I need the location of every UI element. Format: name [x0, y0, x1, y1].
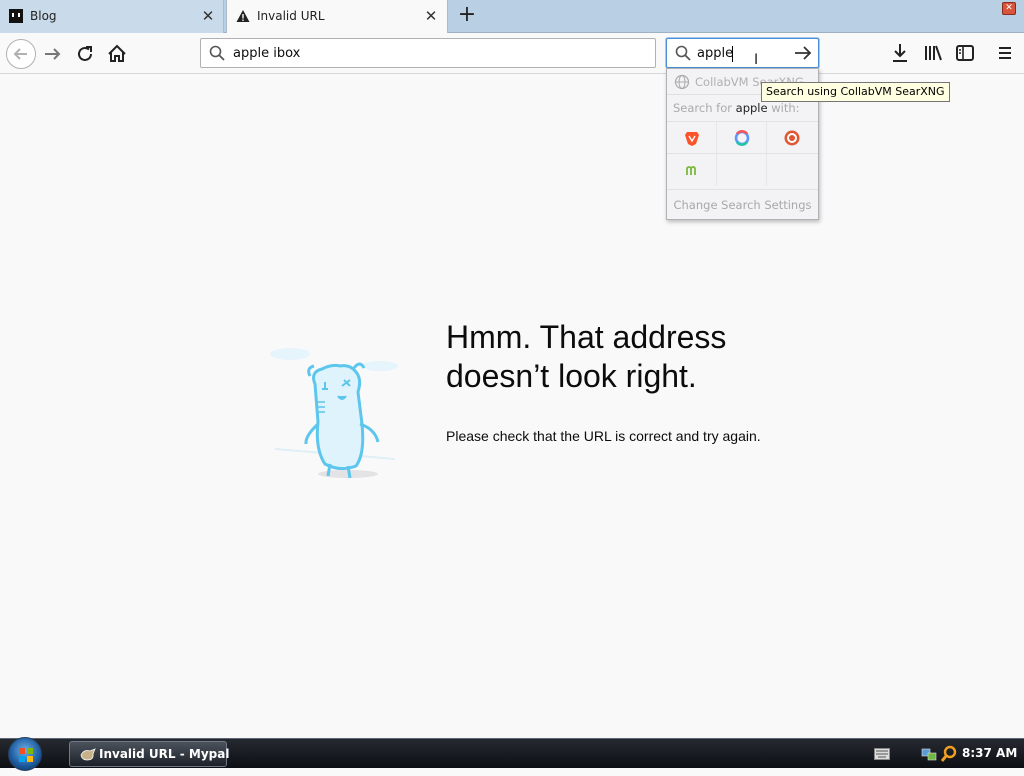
- window-close-icon[interactable]: ✕: [1002, 2, 1016, 15]
- search-bar[interactable]: apple: [666, 38, 819, 68]
- url-input[interactable]: apple ibox: [233, 46, 300, 61]
- mypal-icon: [80, 748, 96, 761]
- taskbar-clock: 8:37 AM: [962, 746, 1018, 760]
- windows-taskbar: Invalid URL - Mypal 8:37 AM: [0, 737, 1024, 771]
- error-page: Hmm. That address doesn’t look right. Pl…: [0, 74, 1024, 738]
- search-tray-icon[interactable]: [940, 745, 958, 763]
- search-icon: [209, 45, 225, 61]
- home-icon: [108, 44, 126, 62]
- blog-favicon: [9, 9, 23, 23]
- error-message: Please check that the URL is correct and…: [446, 428, 761, 444]
- tab-blog[interactable]: Blog ✕: [0, 0, 224, 33]
- url-bar[interactable]: apple ibox: [200, 38, 656, 68]
- taskbar-window-button[interactable]: Invalid URL - Mypal: [69, 741, 230, 767]
- tab-strip: Blog ✕ Invalid URL ✕ + ✕: [0, 0, 1024, 34]
- warning-icon: [236, 10, 250, 22]
- error-headline: Hmm. That address doesn’t look right.: [446, 318, 866, 396]
- library-icon[interactable]: [922, 42, 944, 64]
- windows-logo-icon: [19, 748, 33, 762]
- headline-line-2: doesn’t look right.: [446, 358, 697, 394]
- dinosaur-illustration: [270, 348, 398, 479]
- search-icon: [675, 45, 691, 61]
- search-input[interactable]: apple: [697, 46, 733, 61]
- start-button[interactable]: [8, 737, 42, 771]
- sidebar-icon[interactable]: [954, 42, 976, 64]
- network-icon[interactable]: [920, 745, 938, 763]
- tab-label: Blog: [30, 9, 57, 23]
- close-tab-icon[interactable]: ✕: [423, 8, 439, 24]
- ibeam-cursor: I: [754, 52, 759, 68]
- taskbar-window-label: Invalid URL - Mypal: [99, 747, 230, 761]
- new-tab-button[interactable]: +: [456, 4, 478, 27]
- downloads-icon[interactable]: [890, 42, 910, 64]
- tab-label: Invalid URL: [257, 9, 325, 23]
- text-caret: [732, 46, 733, 62]
- back-arrow-icon: [13, 48, 27, 60]
- close-tab-icon[interactable]: ✕: [200, 8, 216, 24]
- back-button[interactable]: [6, 39, 36, 69]
- headline-line-1: Hmm. That address: [446, 319, 727, 355]
- hamburger-menu-icon[interactable]: [994, 42, 1016, 64]
- keyboard-icon[interactable]: [874, 748, 890, 760]
- nav-toolbar: apple ibox apple: [0, 33, 1024, 74]
- forward-arrow-icon: [45, 48, 61, 60]
- go-arrow-icon[interactable]: [793, 44, 813, 62]
- reload-icon: [78, 46, 92, 61]
- home-button[interactable]: [104, 41, 130, 67]
- tab-invalid-url[interactable]: Invalid URL ✕: [226, 0, 448, 34]
- forward-button[interactable]: [40, 41, 66, 67]
- reload-button[interactable]: [72, 41, 98, 67]
